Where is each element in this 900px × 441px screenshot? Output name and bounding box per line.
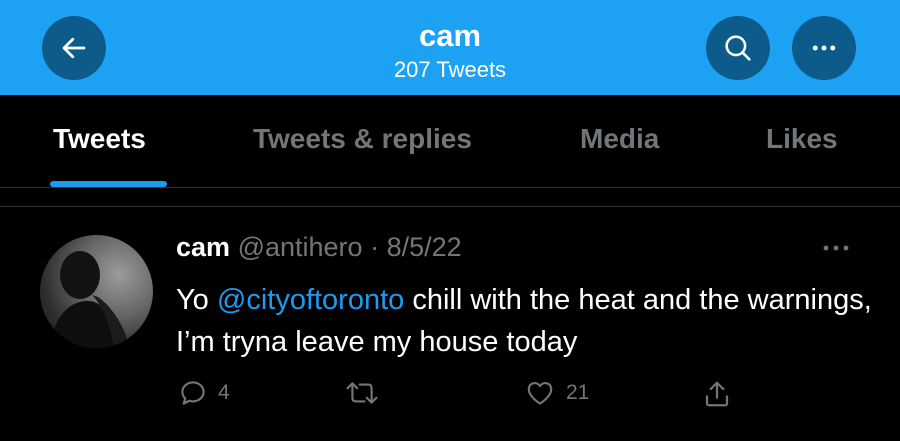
reply-icon [181,381,205,405]
tweet-header: cam @antihero · 8/5/22 [176,232,462,263]
more-button[interactable] [792,16,856,80]
search-icon [725,35,751,61]
more-horizontal-icon [823,245,849,251]
retweet-icon [346,382,378,404]
tweet-author-handle[interactable]: @antihero [238,232,363,262]
search-button[interactable] [706,16,770,80]
tweet-mention-link[interactable]: @cityoftoronto [217,284,404,316]
tab-media[interactable]: Media [580,123,659,155]
divider [0,206,900,207]
tab-tweets[interactable]: Tweets [53,123,146,155]
tweet-date[interactable]: 8/5/22 [387,232,462,262]
tab-likes[interactable]: Likes [766,123,838,155]
tweet-text-lead: Yo [176,284,217,316]
share-icon [705,381,729,407]
reply-count: 4 [218,381,230,404]
avatar-silhouette [50,251,130,348]
share-button[interactable] [702,378,732,410]
tweet-more-button[interactable] [818,236,854,265]
more-horizontal-icon [812,45,836,51]
reply-button[interactable]: 4 [178,378,230,408]
profile-tabs: Tweets Tweets & replies Media Likes [0,95,900,188]
profile-header: cam 207 Tweets [0,0,900,95]
like-button[interactable]: 21 [524,378,589,408]
active-tab-indicator [50,181,167,187]
tweet-text: Yo @cityoftoronto chill with the heat an… [176,279,876,363]
like-count: 21 [566,381,590,404]
avatar[interactable] [40,235,153,348]
heart-icon [527,381,553,405]
retweet-button[interactable] [344,378,390,408]
tweet-meta-separator: · [370,232,380,262]
tab-tweets-and-replies[interactable]: Tweets & replies [253,123,472,155]
tweet-author-name[interactable]: cam [176,232,230,262]
